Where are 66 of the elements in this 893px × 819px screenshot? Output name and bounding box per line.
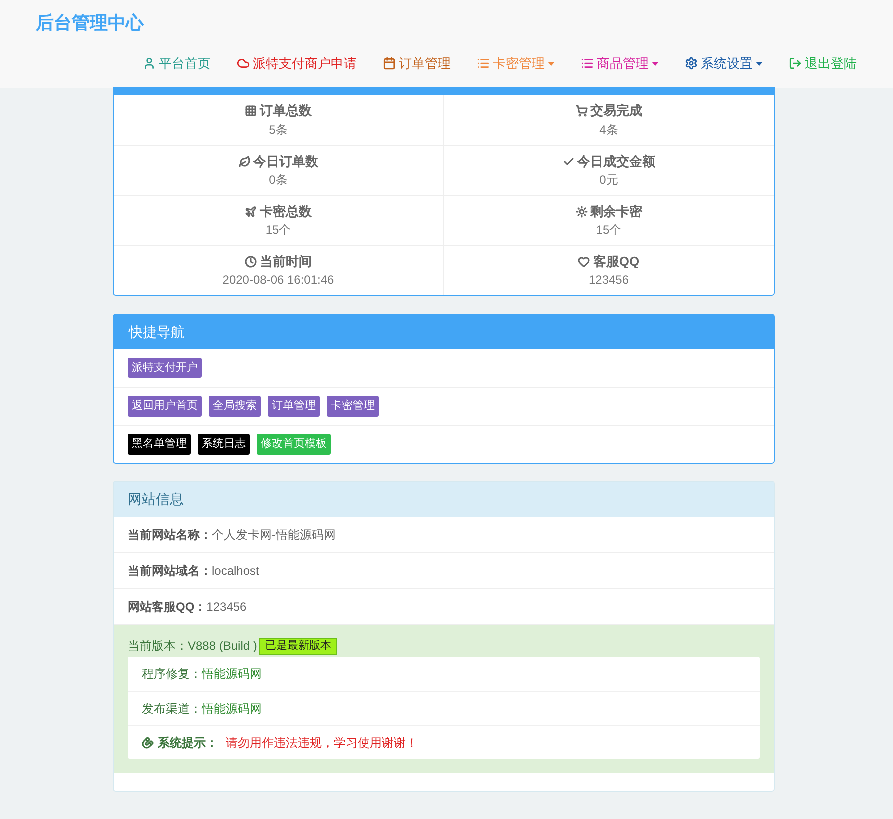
panel-title: 网站信息 (128, 490, 184, 509)
item-value: 悟能源码网 (202, 700, 262, 718)
plane-icon (245, 206, 257, 218)
stat-label: 交易完成 (590, 102, 642, 120)
magnet-icon (142, 736, 154, 748)
clock-icon (245, 256, 257, 268)
stat-value: 123456 (588, 272, 630, 290)
nav-link[interactable]: 退出登陆 (789, 54, 857, 74)
grid-icon (245, 105, 257, 117)
panel-title: 快捷导航 (129, 322, 185, 342)
caret-icon (756, 62, 763, 66)
sun-icon (576, 206, 588, 218)
logout-icon (789, 57, 802, 70)
list-icon (581, 57, 594, 70)
caret-icon (548, 62, 555, 66)
info-value: 123456 (206, 598, 247, 616)
caret-icon (652, 62, 659, 66)
stat-label: 今日订单数 (254, 152, 318, 171)
nav-link[interactable]: 订单管理 (383, 54, 451, 74)
stat-label: 当前时间 (260, 252, 312, 271)
calendar-icon (383, 57, 396, 70)
info-label: 网站客服QQ： (128, 598, 207, 616)
stat-label: 卡密总数 (260, 202, 312, 221)
quick-link[interactable]: 订单管理 (268, 396, 320, 417)
item-label: 程序修复： (142, 666, 202, 683)
stat-label: 客服QQ (593, 252, 640, 271)
user-icon (143, 57, 156, 70)
quick-link[interactable]: 卡密管理 (327, 396, 379, 417)
heart-icon (578, 256, 590, 268)
leaf-icon (238, 156, 250, 168)
nav-link[interactable]: 系统设置 (685, 54, 763, 74)
check-icon (562, 156, 574, 168)
list-icon (477, 57, 490, 70)
item-label: 发布渠道： (142, 700, 202, 718)
item-value: 请勿用作违法违规，学习使用谢谢！ (226, 734, 418, 752)
stat-value: 15个 (266, 222, 292, 240)
stat-value: 0元 (600, 172, 618, 190)
stat-label: 订单总数 (260, 102, 312, 120)
info-value: localhost (212, 562, 260, 580)
stat-value: 5条 (269, 122, 288, 139)
cloud-icon (237, 57, 250, 70)
brand-title[interactable]: 后台管理中心 (36, 13, 144, 33)
nav-link[interactable]: 商品管理 (581, 54, 659, 74)
nav-link[interactable]: 平台首页 (143, 54, 211, 74)
quick-link[interactable]: 全局搜索 (209, 396, 261, 417)
stat-value: 4条 (600, 122, 618, 139)
cart-icon (576, 105, 588, 117)
stat-value: 2020-08-06 16:01:46 (222, 272, 334, 290)
stat-label: 剩余卡密 (590, 202, 642, 221)
info-label: 当前网站名称： (128, 526, 212, 544)
item-label: 系统提示： (158, 734, 218, 752)
info-value: 个人发卡网-悟能源码网 (212, 526, 336, 544)
version-text: 当前版本：V888 (Build ) (128, 638, 258, 655)
stat-label: 今日成交金额 (578, 152, 656, 171)
item-value: 悟能源码网 (202, 666, 262, 683)
info-label: 当前网站域名： (128, 562, 212, 580)
stat-value: 0条 (269, 172, 288, 190)
settings-icon (685, 57, 698, 70)
quick-link[interactable]: 派特支付开户 (128, 358, 202, 378)
quick-link[interactable]: 修改首页模板 (257, 434, 331, 455)
latest-version-badge: 已是最新版本 (259, 638, 338, 654)
stat-value: 15个 (596, 222, 622, 240)
quick-link[interactable]: 返回用户首页 (128, 396, 202, 417)
quick-link[interactable]: 系统日志 (198, 434, 250, 455)
nav-link[interactable]: 派特支付商户申请 (237, 54, 357, 74)
quick-link[interactable]: 黑名单管理 (128, 434, 191, 455)
